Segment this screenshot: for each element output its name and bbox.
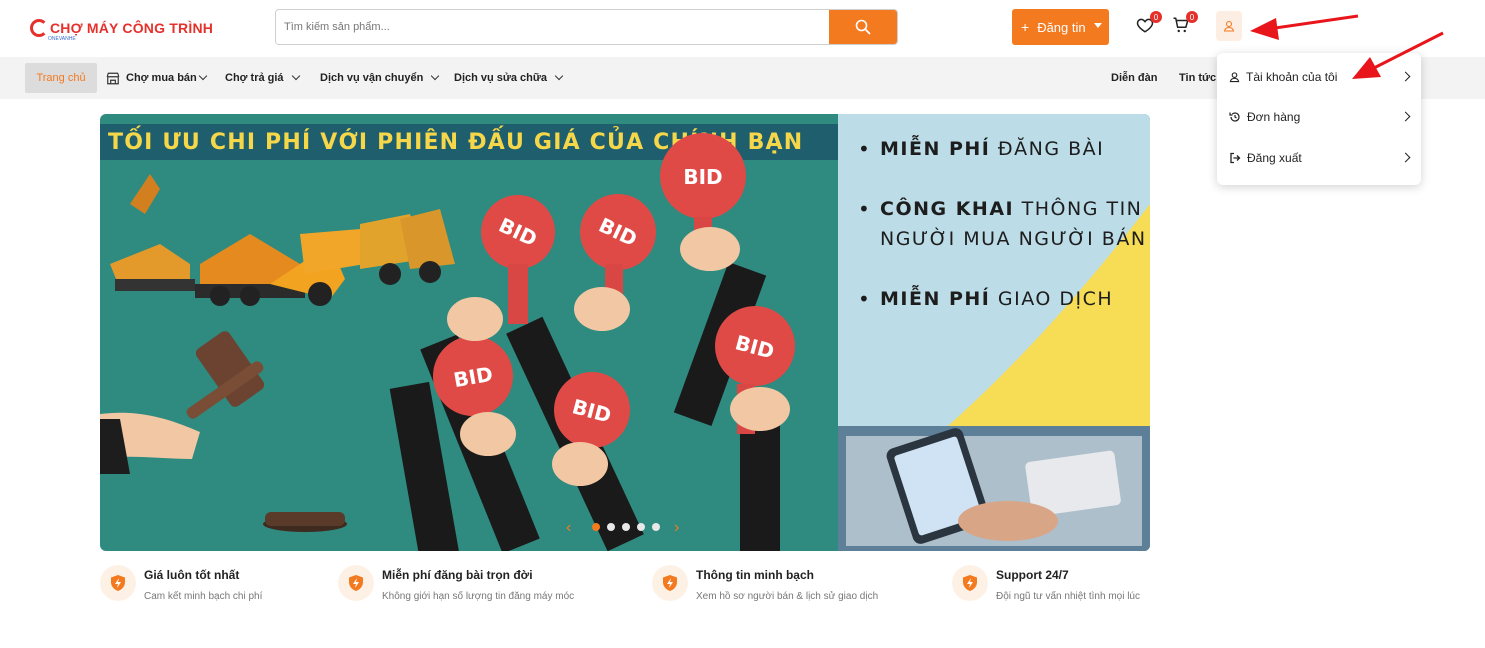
banner-benefits-list: MIỄN PHÍ ĐĂNG BÀI CÔNG KHAI THÔNG TIN NG… <box>858 134 1148 344</box>
site-logo[interactable]: CHỢ MÁY CÔNG TRÌNH ONEVANHE <box>30 14 213 42</box>
search-icon <box>855 19 871 35</box>
nav-news[interactable]: Tin tức <box>1179 57 1216 99</box>
chevron-right-icon <box>1400 71 1411 82</box>
user-icon <box>1223 20 1235 32</box>
menu-item-my-account[interactable]: Tài khoản của tôi <box>1229 66 1413 88</box>
feature-desc: Cam kết minh bạch chi phí <box>144 591 263 602</box>
excavator-illustration <box>110 174 455 306</box>
feature-desc: Xem hồ sơ người bán & lịch sử giao dịch <box>696 591 879 602</box>
user-icon <box>1229 72 1240 83</box>
chevron-down-icon <box>554 71 564 81</box>
carousel-dot[interactable] <box>637 523 645 531</box>
wishlist-count-badge: 0 <box>1150 11 1162 23</box>
menu-item-label: Tài khoản của tôi <box>1246 70 1338 84</box>
feature-item: Miễn phí đăng bài trọn đời Không giới hạn… <box>338 565 574 605</box>
feature-item: Support 24/7 Đội ngũ tư vấn nhiệt tình mọ… <box>952 565 1140 605</box>
phone-payment-illustration <box>838 426 1150 551</box>
feature-title: Giá luôn tốt nhất <box>144 568 240 582</box>
chevron-right-icon <box>1400 111 1411 122</box>
account-dropdown-menu: Tài khoản của tôi Đơn hàng Đăng xuất <box>1217 53 1421 185</box>
carousel-dot[interactable] <box>592 523 600 531</box>
menu-item-orders[interactable]: Đơn hàng <box>1229 106 1413 128</box>
shield-bolt-icon <box>952 565 988 601</box>
nav-home[interactable]: Trang chủ <box>25 63 97 93</box>
carousel-dot[interactable] <box>622 523 630 531</box>
banner-benefit-item: CÔNG KHAI THÔNG TIN NGƯỜI MUA NGƯỜI BÁN <box>858 194 1148 254</box>
wishlist-button[interactable]: 0 <box>1136 11 1162 36</box>
shield-bolt-icon <box>100 565 136 601</box>
gavel-illustration <box>100 331 347 532</box>
carousel-dots <box>592 523 660 531</box>
post-listing-label: Đăng tin <box>1037 19 1086 35</box>
auction-illustration: BID BID BID BID BID BID <box>100 133 795 551</box>
carousel-dot[interactable] <box>607 523 615 531</box>
logo-mark-icon <box>30 19 48 37</box>
user-account-button[interactable] <box>1216 11 1242 41</box>
feature-desc: Không giới hạn số lượng tin đăng máy móc <box>382 591 575 602</box>
chevron-right-icon <box>1400 152 1411 163</box>
bid-signs-illustration: BID BID BID BID BID BID <box>389 133 795 551</box>
caret-down-icon <box>1094 23 1102 28</box>
menu-item-label: Đơn hàng <box>1247 110 1301 124</box>
chevron-down-icon <box>198 71 208 81</box>
chevron-down-icon <box>291 71 300 81</box>
cart-button[interactable]: 0 <box>1172 11 1198 36</box>
search-bar <box>275 9 898 45</box>
nav-bidding-label: Chợ trả giá <box>225 72 284 84</box>
carousel-prev-icon[interactable]: ‹ <box>566 519 571 537</box>
search-input[interactable] <box>276 10 829 44</box>
plus-icon: + <box>1021 19 1030 35</box>
nav-market-label: Chợ mua bán <box>126 72 197 84</box>
nav-repair-label: Dịch vụ sửa chữa <box>454 72 547 84</box>
history-icon <box>1229 112 1240 122</box>
banner-benefit-item: MIỄN PHÍ GIAO DỊCH <box>858 284 1148 314</box>
nav-forum[interactable]: Diễn đàn <box>1111 57 1157 99</box>
cart-count-badge: 0 <box>1186 11 1198 23</box>
feature-item: Giá luôn tốt nhất Cam kết minh bạch chi p… <box>100 565 262 605</box>
nav-shipping[interactable]: Dịch vụ vận chuyển <box>320 57 440 99</box>
store-icon <box>106 72 120 84</box>
logo-subtext: ONEVANHE <box>48 36 76 42</box>
carousel-dot[interactable] <box>652 523 660 531</box>
nav-bidding[interactable]: Chợ trả giá <box>225 57 300 99</box>
nav-shipping-label: Dịch vụ vận chuyển <box>320 72 424 84</box>
site-header: CHỢ MÁY CÔNG TRÌNH ONEVANHE + Đăng tin 0… <box>0 0 1485 57</box>
chevron-down-icon <box>431 71 440 81</box>
post-listing-button[interactable]: + Đăng tin <box>1012 9 1109 45</box>
feature-title: Thông tin minh bạch <box>696 568 814 582</box>
carousel-next-icon[interactable]: › <box>674 519 679 537</box>
feature-title: Support 24/7 <box>996 568 1069 582</box>
shield-bolt-icon <box>338 565 374 601</box>
banner-benefit-item: MIỄN PHÍ ĐĂNG BÀI <box>858 134 1148 164</box>
nav-repair[interactable]: Dịch vụ sửa chữa <box>454 57 564 99</box>
logout-icon <box>1230 152 1241 164</box>
search-button[interactable] <box>829 10 897 44</box>
banner-payment-photo <box>838 426 1150 551</box>
nav-market[interactable]: Chợ mua bán <box>106 57 208 99</box>
menu-item-label: Đăng xuất <box>1247 151 1302 165</box>
shield-bolt-icon <box>652 565 688 601</box>
feature-desc: Đội ngũ tư vấn nhiệt tình mọi lúc <box>996 591 1140 602</box>
feature-item: Thông tin minh bạch Xem hồ sơ người bán &… <box>652 565 878 605</box>
hero-banner[interactable]: TỐI ƯU CHI PHÍ VỚI PHIÊN ĐẤU GIÁ CỦA CHÍ… <box>100 114 1150 551</box>
bid-sign-text-3: BID <box>683 165 722 189</box>
feature-title: Miễn phí đăng bài trọn đời <box>382 568 533 582</box>
logo-text: CHỢ MÁY CÔNG TRÌNH <box>50 20 214 36</box>
menu-item-logout[interactable]: Đăng xuất <box>1229 147 1413 169</box>
